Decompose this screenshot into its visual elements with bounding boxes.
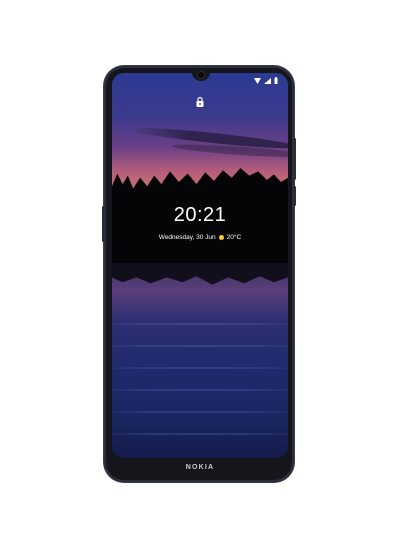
temperature-text: 20°C	[226, 234, 242, 241]
date-text: Wednesday, 30 Jun	[158, 234, 216, 241]
wifi-icon	[254, 77, 261, 84]
status-bar	[254, 77, 278, 84]
clock-time: 20:21	[173, 204, 227, 226]
water-ripple	[112, 367, 288, 369]
lock-screen[interactable]: 20:21 Wednesday, 30 Jun 20°C	[112, 73, 288, 458]
water-ripple	[112, 323, 288, 325]
battery-icon	[274, 77, 278, 84]
water-ripple	[112, 389, 288, 391]
side-button-right-upper	[293, 138, 296, 180]
sun-icon	[218, 235, 224, 240]
side-button-right-lower	[293, 186, 296, 206]
signal-icon	[264, 77, 271, 84]
water-ripple	[112, 433, 288, 435]
side-button-left	[102, 206, 105, 242]
date-weather-line: Wednesday, 30 Jun 20°C	[112, 234, 288, 241]
front-camera	[198, 72, 204, 78]
brand-logo: NOKIA	[185, 464, 215, 471]
water-ripple	[112, 345, 288, 347]
wallpaper-water	[112, 263, 288, 458]
lock-icon[interactable]	[195, 96, 205, 108]
water-ripple	[112, 411, 288, 413]
